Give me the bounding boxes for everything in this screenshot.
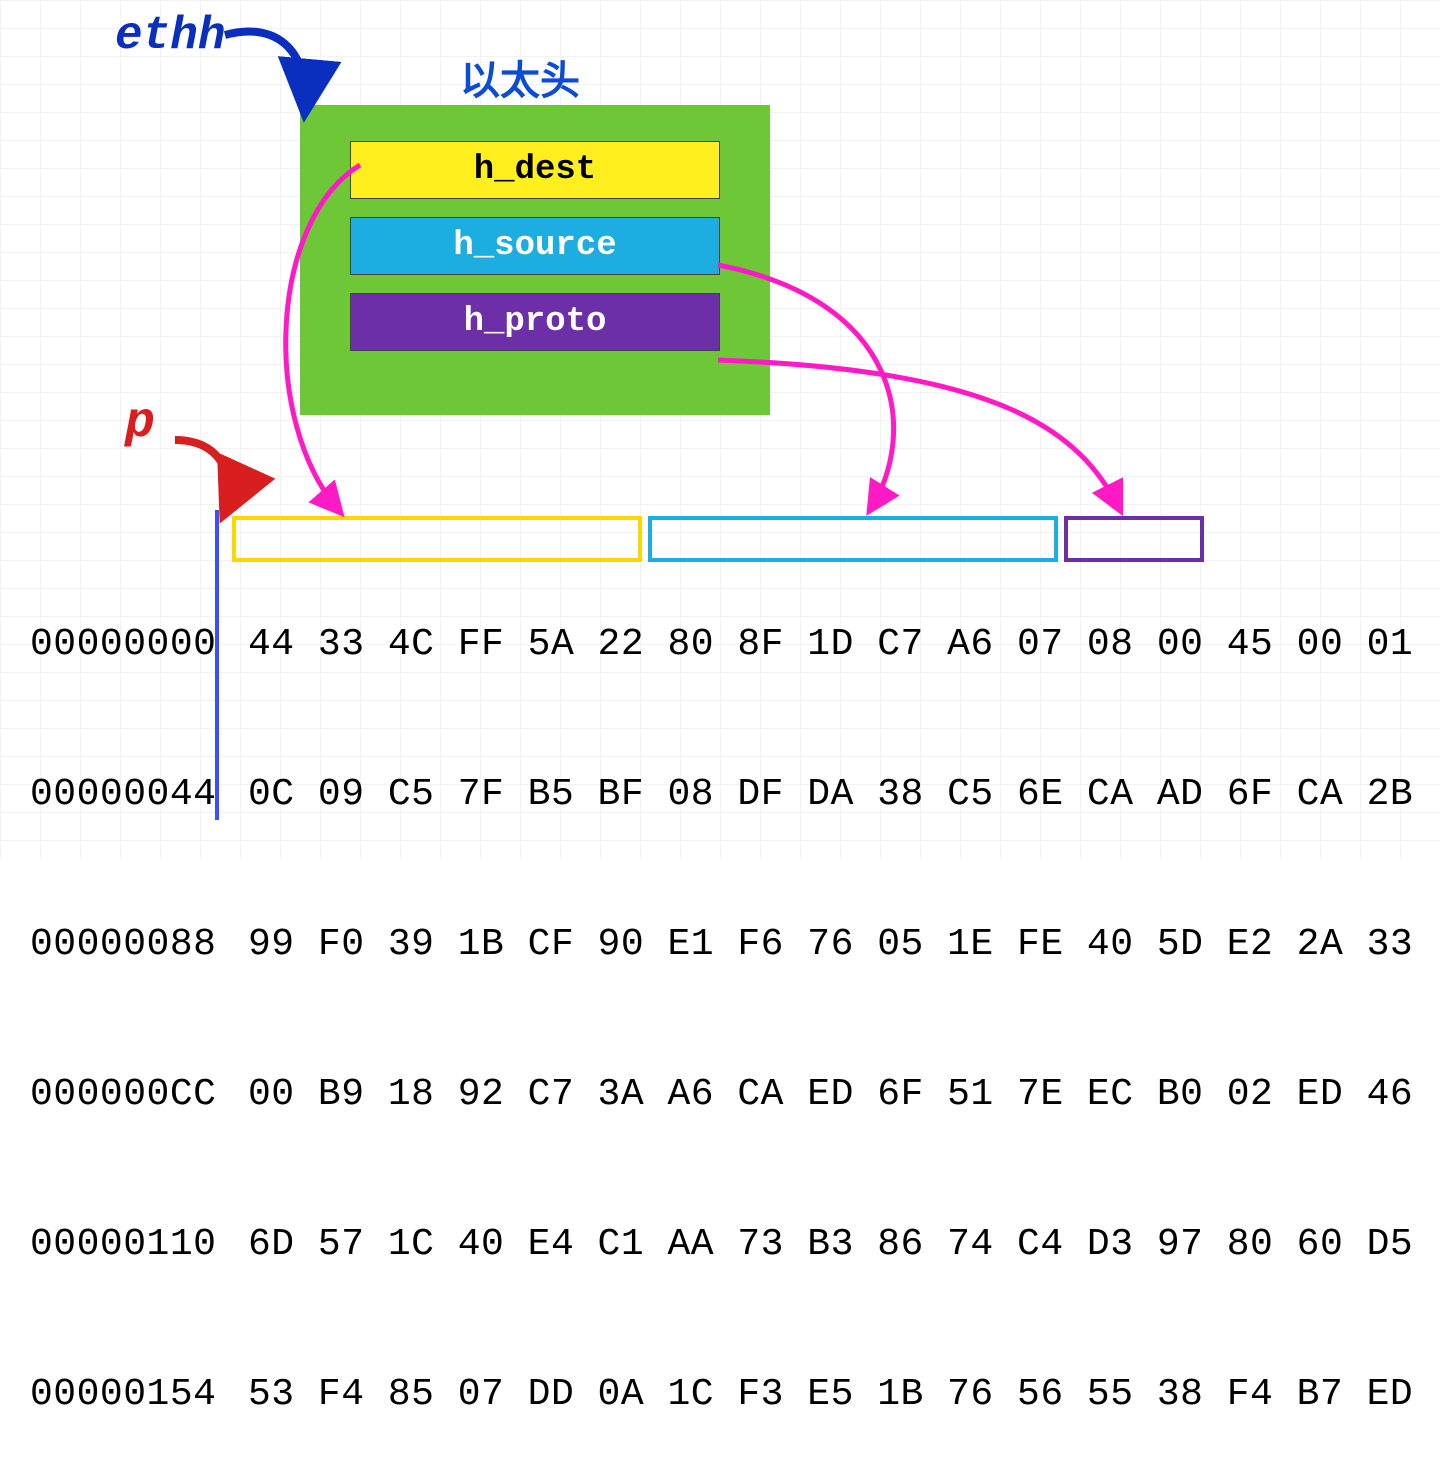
hex-bytes: 53 F4 85 07 DD 0A 1C F3 E5 1B 76 56 55 3… <box>230 1370 1413 1420</box>
hex-row: 000000CC 00 B9 18 92 C7 3A A6 CA ED 6F 5… <box>30 1070 1413 1120</box>
hex-bytes: 6D 57 1C 40 E4 C1 AA 73 B3 86 74 C4 D3 9… <box>230 1220 1413 1270</box>
hex-offset: 000000CC <box>30 1070 230 1120</box>
field-h-proto: h_proto <box>350 293 720 351</box>
hex-row: 00000088 99 F0 39 1B CF 90 E1 F6 76 05 1… <box>30 920 1413 970</box>
hex-bytes: 00 B9 18 92 C7 3A A6 CA ED 6F 51 7E EC B… <box>230 1070 1413 1120</box>
hex-row: 00000154 53 F4 85 07 DD 0A 1C F3 E5 1B 7… <box>30 1370 1413 1420</box>
eth-header-title: 以太头 <box>460 48 580 107</box>
highlight-h-dest-bytes <box>232 516 642 562</box>
hex-row: 00000110 6D 57 1C 40 E4 C1 AA 73 B3 86 7… <box>30 1220 1413 1270</box>
hex-bytes: 44 33 4C FF 5A 22 80 8F 1D C7 A6 07 08 0… <box>230 620 1413 670</box>
hex-row: 00000044 0C 09 C5 7F B5 BF 08 DF DA 38 C… <box>30 770 1413 820</box>
hex-offset: 00000088 <box>30 920 230 970</box>
hex-offset: 00000110 <box>30 1220 230 1270</box>
hex-bytes: 0C 09 C5 7F B5 BF 08 DF DA 38 C5 6E CA A… <box>230 770 1413 820</box>
field-h-source: h_source <box>350 217 720 275</box>
field-h-dest: h_dest <box>350 141 720 199</box>
hex-offset: 00000154 <box>30 1370 230 1420</box>
hex-offset: 00000044 <box>30 770 230 820</box>
hex-offset: 00000000 <box>30 620 230 670</box>
highlight-h-proto-bytes <box>1064 516 1204 562</box>
pointer-label-ethh: ethh <box>115 10 225 62</box>
highlight-h-source-bytes <box>648 516 1058 562</box>
hex-row: 00000000 44 33 4C FF 5A 22 80 8F 1D C7 A… <box>30 620 1413 670</box>
hex-bytes: 99 F0 39 1B CF 90 E1 F6 76 05 1E FE 40 5… <box>230 920 1413 970</box>
pointer-label-p: p <box>125 395 155 452</box>
eth-header-struct-box: h_dest h_source h_proto <box>300 105 770 415</box>
hex-dump: 00000000 44 33 4C FF 5A 22 80 8F 1D C7 A… <box>30 520 1413 1470</box>
